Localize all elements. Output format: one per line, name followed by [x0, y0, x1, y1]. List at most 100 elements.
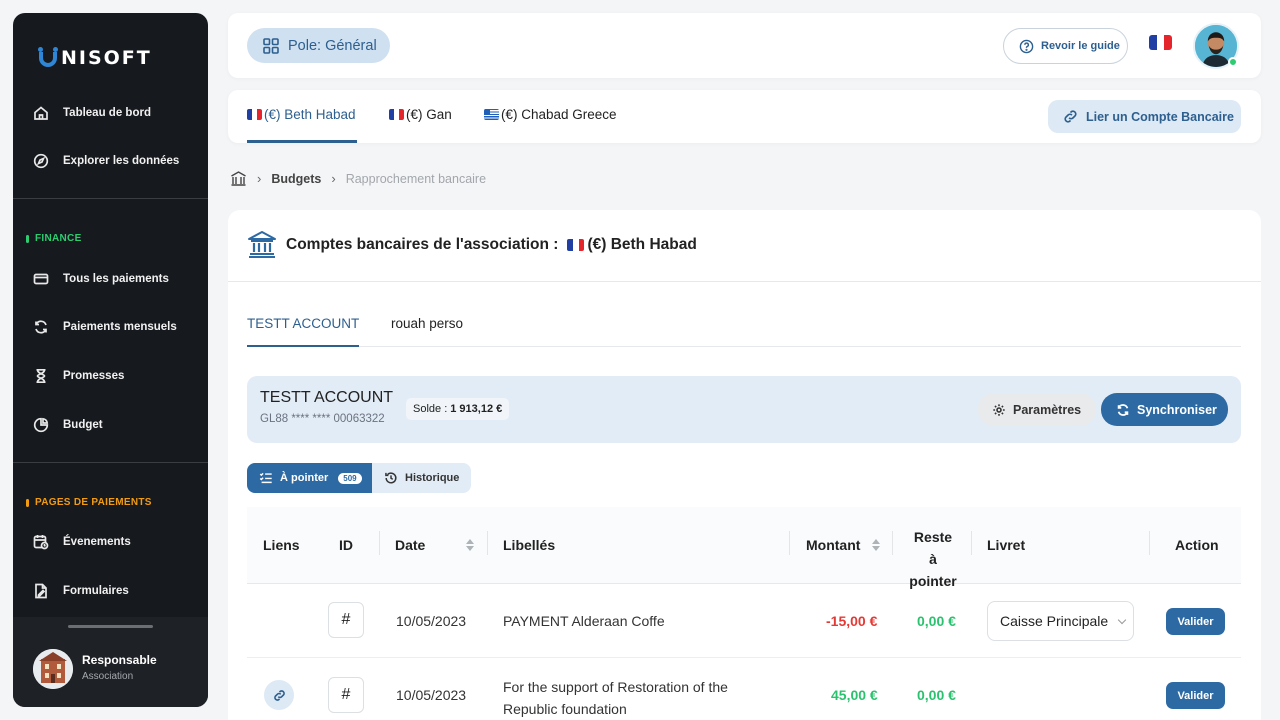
- drag-handle[interactable]: [68, 625, 153, 628]
- grid-icon: [263, 37, 279, 54]
- balance-label: Solde :: [413, 403, 448, 415]
- bank-icon: [248, 231, 276, 258]
- validate-button[interactable]: Valider: [1166, 608, 1225, 635]
- validate-button[interactable]: Valider: [1166, 682, 1225, 709]
- tab-label: (€) Chabad Greece: [501, 107, 617, 122]
- bank-reconciliation-card: Comptes bancaires de l'association : (€)…: [228, 210, 1261, 720]
- sort-icon[interactable]: [466, 539, 474, 551]
- logo-icon: [37, 47, 59, 69]
- synchronize-button[interactable]: Synchroniser: [1101, 393, 1228, 426]
- column-header-remaining: Reste à pointer: [909, 526, 957, 592]
- pole-label: Pole: Général: [288, 37, 377, 54]
- link-icon: [273, 689, 285, 701]
- sidebar-item-label: Tous les paiements: [63, 273, 169, 285]
- sidebar-item-events[interactable]: Évenements: [33, 534, 131, 550]
- column-header-labels: Libellés: [503, 537, 556, 553]
- tab-to-reconcile[interactable]: À pointer 509: [247, 463, 372, 493]
- sidebar-item-promises[interactable]: Promesses: [33, 368, 124, 384]
- sync-icon: [1117, 403, 1129, 416]
- chevron-right-icon: ›: [331, 171, 336, 186]
- linked-items-button[interactable]: [264, 680, 294, 710]
- table-row: # 10/05/2023 For the support of Restorat…: [247, 658, 1241, 720]
- tab-account-chabad-greece[interactable]: (€) Chabad Greece: [484, 107, 617, 122]
- column-header-amount[interactable]: Montant: [806, 537, 860, 553]
- pole-selector-button[interactable]: Pole: Général: [247, 28, 390, 63]
- sidebar: NISOFT Tableau de bord Explorer les donn…: [13, 13, 208, 707]
- sidebar-item-budget[interactable]: Budget: [33, 417, 103, 433]
- sidebar-item-label: Budget: [63, 419, 103, 431]
- online-status-dot: [1228, 57, 1238, 67]
- history-icon: [385, 472, 397, 484]
- table-row: # 10/05/2023 PAYMENT Alderaan Coffe -15,…: [247, 584, 1241, 658]
- livret-selected-value: Caisse Principale: [1000, 613, 1109, 629]
- livret-select[interactable]: Caisse Principale: [987, 601, 1134, 641]
- tab-rouah-perso[interactable]: rouah perso: [391, 316, 463, 331]
- tab-label: À pointer: [280, 472, 329, 484]
- calendar-clock-icon: [33, 535, 49, 550]
- logo-text: NISOFT: [61, 47, 152, 69]
- transaction-id-button[interactable]: #: [328, 677, 364, 713]
- form-icon: [35, 583, 47, 599]
- section-title: PAGES DE PAIEMENTS: [35, 497, 152, 508]
- card-title: Comptes bancaires de l'association : (€)…: [286, 236, 697, 254]
- language-flag-fr-icon[interactable]: [1149, 35, 1172, 50]
- link-bank-account-button[interactable]: Lier un Compte Bancaire: [1048, 100, 1241, 133]
- tab-label: Historique: [405, 472, 460, 484]
- table-header: Liens ID Date Libellés Montant Reste à p…: [247, 507, 1241, 589]
- section-finance: FINANCE: [26, 233, 82, 244]
- user-name: Responsable: [82, 653, 157, 667]
- section-title: FINANCE: [35, 233, 82, 244]
- tab-account-beth-habad[interactable]: (€) Beth Habad: [247, 107, 356, 122]
- association-avatar: [33, 649, 73, 689]
- sidebar-user-panel[interactable]: Responsable Association: [13, 617, 208, 707]
- home-icon: [34, 106, 48, 120]
- count-badge: 509: [338, 472, 362, 484]
- column-divider: [971, 531, 972, 555]
- column-header-id: ID: [339, 537, 353, 553]
- account-name: TESTT ACCOUNT: [260, 389, 394, 406]
- breadcrumb: › Budgets › Rapprochement bancaire: [230, 170, 486, 187]
- column-header-label: Montant: [806, 537, 861, 553]
- sort-icon[interactable]: [872, 539, 880, 551]
- column-divider: [379, 531, 380, 555]
- sidebar-item-monthly-payments[interactable]: Paiements mensuels: [33, 319, 177, 335]
- sidebar-item-label: Paiements mensuels: [63, 321, 177, 333]
- row-amount: 45,00 €: [831, 687, 878, 703]
- breadcrumb-budgets[interactable]: Budgets: [271, 172, 321, 186]
- settings-button[interactable]: Paramètres: [978, 393, 1096, 426]
- sidebar-divider: [13, 198, 208, 199]
- bank-building-icon[interactable]: [230, 170, 247, 187]
- column-header-label: Date: [395, 537, 426, 553]
- guide-button[interactable]: Revoir le guide: [1003, 28, 1128, 64]
- chevron-down-icon: [1117, 615, 1127, 625]
- tab-history[interactable]: Historique: [372, 463, 471, 493]
- sidebar-item-all-payments[interactable]: Tous les paiements: [33, 271, 169, 287]
- logo[interactable]: NISOFT: [37, 47, 152, 69]
- link-label: Lier un Compte Bancaire: [1086, 109, 1234, 124]
- tab-testt-account[interactable]: TESTT ACCOUNT: [247, 316, 359, 331]
- sidebar-item-dashboard[interactable]: Tableau de bord: [33, 105, 151, 121]
- active-tab-indicator: [247, 345, 359, 347]
- column-header-date[interactable]: Date: [395, 537, 425, 553]
- top-bar: Pole: Général Revoir le guide: [228, 13, 1261, 78]
- balance-value: 1 913,12 €: [450, 403, 503, 415]
- bank-accounts-bar: (€) Beth Habad (€) Gan (€) Chabad Greece…: [228, 90, 1261, 143]
- column-divider: [1149, 531, 1150, 555]
- breadcrumb-current: Rapprochement bancaire: [345, 171, 487, 186]
- account-summary-panel: TESTT ACCOUNT GL88 **** **** 00063322 So…: [247, 376, 1241, 443]
- tab-account-gan[interactable]: (€) Gan: [389, 107, 452, 122]
- guide-label: Revoir le guide: [1041, 40, 1120, 52]
- refresh-icon: [35, 320, 47, 334]
- sidebar-item-explore[interactable]: Explorer les données: [33, 153, 179, 169]
- column-header-label: Reste à: [913, 529, 953, 567]
- sidebar-divider: [13, 462, 208, 463]
- transaction-id-button[interactable]: #: [328, 602, 364, 638]
- flag-fr-icon: [567, 239, 585, 251]
- view-toggle: À pointer 509 Historique: [247, 463, 471, 493]
- column-header-links: Liens: [263, 537, 300, 553]
- sidebar-item-label: Promesses: [63, 370, 125, 382]
- sidebar-item-label: Formulaires: [63, 585, 129, 597]
- section-marker: [26, 498, 29, 507]
- row-remaining: 0,00 €: [917, 613, 956, 629]
- sidebar-item-forms[interactable]: Formulaires: [33, 583, 129, 599]
